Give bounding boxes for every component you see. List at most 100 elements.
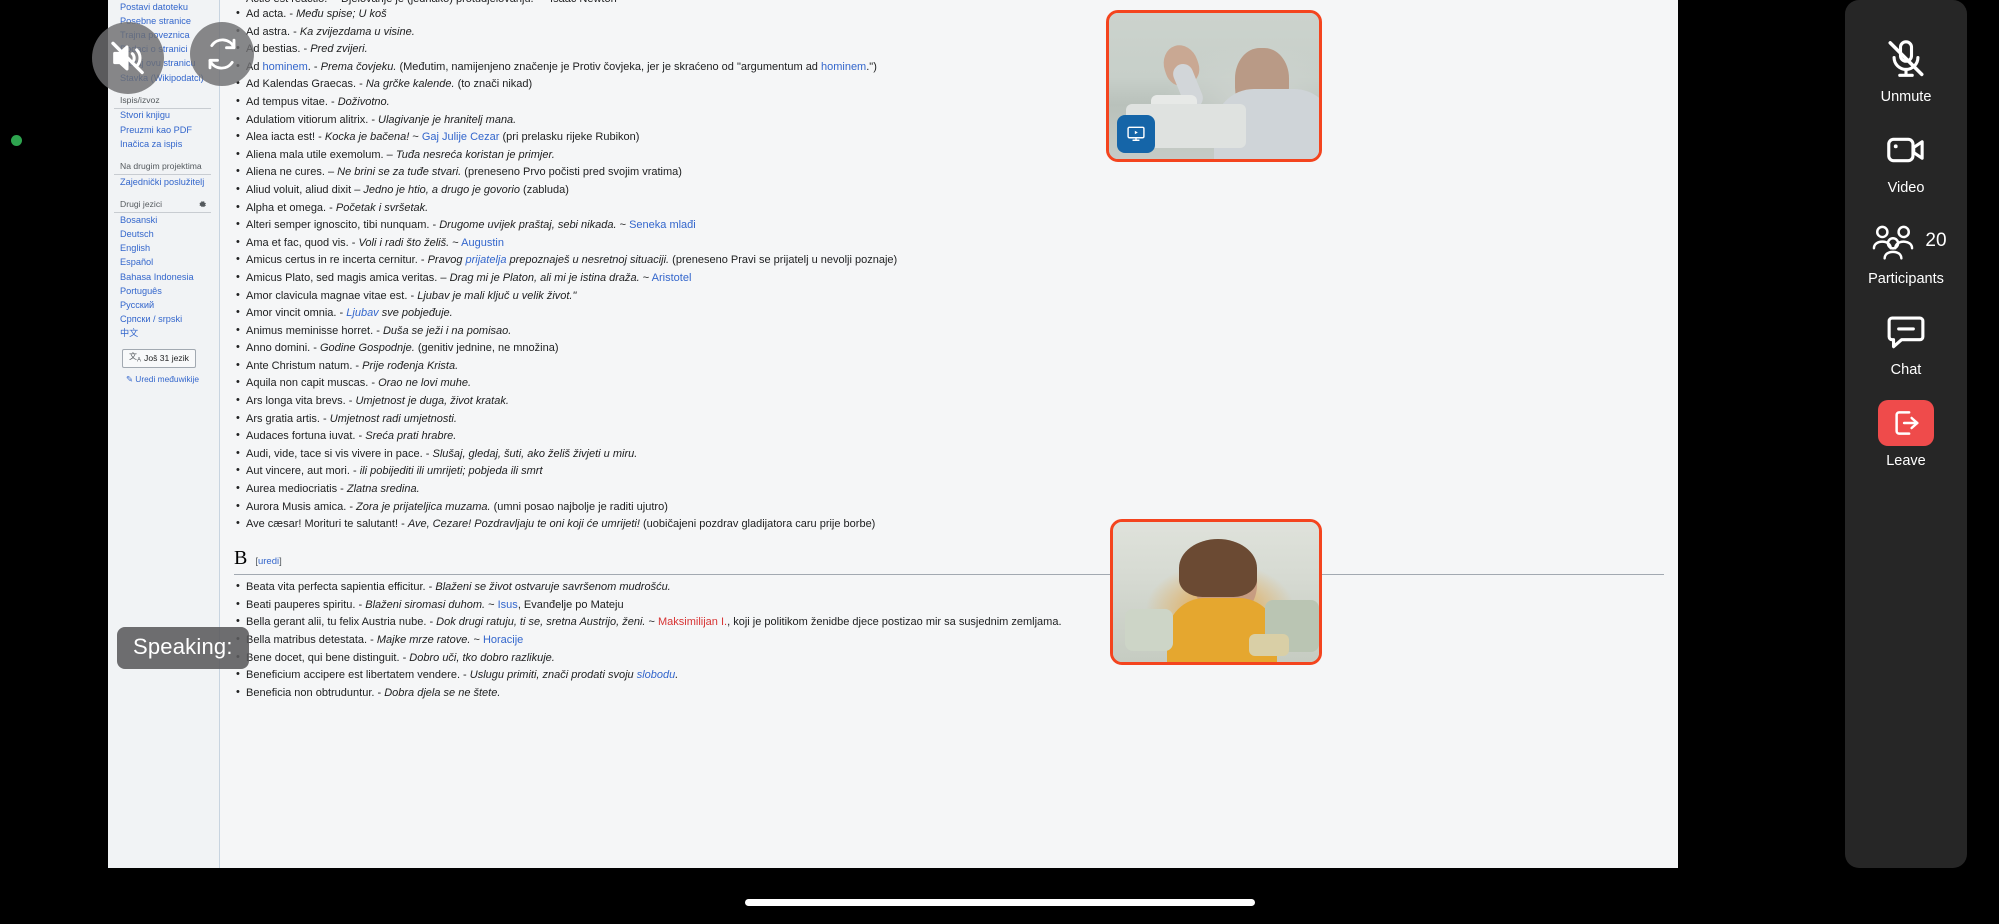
- proverb-latin: Amicus certus in re incerta cernitur.: [246, 254, 418, 267]
- more-languages-button[interactable]: 文A Još 31 jezik: [122, 349, 196, 368]
- list-item: Bene docet, qui bene distinguit. - Dobro…: [234, 652, 1664, 665]
- section-title: B: [234, 547, 248, 570]
- edit-label[interactable]: uredi: [258, 556, 279, 567]
- list-item: Amor clavicula magnae vitae est. - Ljuba…: [234, 290, 1664, 303]
- list-item: Ad acta. - Među spise; U koš: [234, 8, 1664, 21]
- edit-interwiki-link[interactable]: ✎ Uredi međuwikije: [114, 373, 211, 384]
- section-edit-link[interactable]: [uredi]: [255, 556, 281, 567]
- proverb-translation: Prije rođenja Krista.: [362, 359, 459, 372]
- video-button[interactable]: Video: [1845, 127, 1967, 196]
- proverb-latin: Bella matribus detestata.: [246, 634, 368, 646]
- browser-page-viewport: Postavi datoteku Posebne stranice Trajna…: [108, 0, 1678, 868]
- wiki-sidebar: Postavi datoteku Posebne stranice Trajna…: [108, 0, 220, 868]
- proverb-latin: Ad astra.: [246, 25, 291, 38]
- sidebar-language-portugues[interactable]: Português: [114, 284, 211, 298]
- sidebar-link-preuzmi-kao-pdf[interactable]: Preuzmi kao PDF: [114, 123, 211, 137]
- chat-icon: [1878, 309, 1934, 355]
- proverb-translation: Voli i radi što želiš.: [358, 236, 450, 249]
- list-item: Amicus Plato, sed magis amica veritas. –…: [234, 272, 1664, 285]
- proverb-note: ~ Augustin: [449, 236, 504, 249]
- sidebar-language-chinese[interactable]: 中文: [114, 327, 211, 341]
- sidebar-language-bahasa-indonesia[interactable]: Bahasa Indonesia: [114, 270, 211, 284]
- proverb-translation: ili pobijediti ili umrijeti; pobjeda ili…: [359, 465, 543, 478]
- proverb-translation: Zora je prijateljica muzama.: [356, 500, 491, 513]
- proverb-translation: Dok drugi ratuju, ti se, sretna Austrijo…: [436, 616, 646, 629]
- sidebar-language-bosanski[interactable]: Bosanski: [114, 213, 211, 227]
- list-item: Anno domini. - Godine Gospodnje. (geniti…: [234, 342, 1664, 355]
- sidebar-heading-label: Ispis/izvoz: [120, 95, 160, 106]
- refresh-icon[interactable]: [190, 22, 254, 86]
- list-item: Animus meminisse horret. - Duša se ježi …: [234, 325, 1664, 338]
- proverb-latin: Alpha et omega.: [246, 201, 327, 214]
- sidebar-link-zajednicki-posluzitelj[interactable]: Zajednički poslužitelj: [114, 175, 211, 189]
- inline-link[interactable]: Maksimilijan I.: [658, 616, 727, 628]
- inline-link[interactable]: Isus: [498, 599, 518, 611]
- participant-tile-bottom[interactable]: [1110, 519, 1322, 665]
- proverb-latin: Audaces fortuna iuvat.: [246, 430, 356, 443]
- inline-link[interactable]: Ljubav: [346, 307, 378, 319]
- home-indicator: [744, 899, 1255, 906]
- participants-button[interactable]: 20 Participants: [1845, 218, 1967, 287]
- proverb-note: ~ Horacije: [470, 634, 524, 646]
- proverb-latin: Anno domini.: [246, 342, 311, 355]
- microphone-muted-icon: [1878, 36, 1934, 82]
- proverb-latin: Aurora Musis amica.: [246, 500, 347, 513]
- inline-link[interactable]: Augustin: [461, 237, 504, 249]
- sidebar-language-russian[interactable]: Русский: [114, 298, 211, 312]
- page-scrollbar[interactable]: [1672, 0, 1678, 868]
- inline-link[interactable]: hominem: [821, 61, 866, 73]
- inline-link[interactable]: Gaj Julije Cezar: [422, 131, 500, 143]
- list-item: Adulatiom vitiorum alitrix. - Ulagivanje…: [234, 114, 1664, 127]
- sidebar-language-english[interactable]: English: [114, 242, 211, 256]
- participant-tile-top[interactable]: [1106, 10, 1322, 162]
- inline-link[interactable]: prijatelja: [466, 254, 507, 266]
- proverb-translation: Kocka je bačena!: [324, 131, 410, 144]
- proverb-latin: Ad Kalendas Graecas.: [246, 78, 357, 91]
- list-item: Aliud voluit, aliud dixit – Jedno je hti…: [234, 184, 1664, 197]
- list-item: Aurea mediocriatis - Zlatna sredina.: [234, 483, 1664, 496]
- proverb-note: (Međutim, namijenjeno značenje je Protiv…: [396, 60, 877, 73]
- sidebar-link-postavi-datoteku[interactable]: Postavi datoteku: [114, 0, 211, 14]
- pencil-icon: ✎: [125, 373, 133, 384]
- gear-icon[interactable]: [198, 200, 207, 209]
- sidebar-link-inacica-za-ispis[interactable]: Inačica za ispis: [114, 137, 211, 151]
- proverb-latin: Aquila non capit muscas.: [246, 377, 369, 390]
- sidebar-language-srpski[interactable]: Српски / srpski: [114, 313, 211, 327]
- unmute-button[interactable]: Unmute: [1845, 36, 1967, 105]
- list-item: Audi, vide, tace si vis vivere in pace. …: [234, 448, 1664, 461]
- proverb-translation: Zlatna sredina.: [346, 483, 420, 496]
- proverb-latin: Alea iacta est!: [246, 131, 316, 144]
- inline-link[interactable]: hominem: [263, 61, 308, 73]
- more-languages-label: Još 31 jezik: [144, 353, 189, 364]
- proverb-latin: Beneficium accipere est libertatem vende…: [246, 669, 460, 682]
- proverb-note: (to znači nikad): [454, 78, 533, 91]
- proverb-translation: Ljubav sve pobjeđuje.: [346, 307, 453, 320]
- proverb-latin: Ama et fac, quod vis.: [246, 236, 349, 249]
- proverb-latin: Bella gerant alii, tu felix Austria nube…: [246, 616, 427, 629]
- proverb-latin: Beati pauperes spiritu.: [246, 598, 356, 611]
- leave-button[interactable]: Leave: [1845, 400, 1967, 469]
- proverb-latin: Amor vincit omnia.: [246, 307, 337, 320]
- call-control-rail: Unmute Video 20 Participants Chat Leave: [1845, 0, 1967, 868]
- list-item: Ad hominem. - Prema čovjeku. (Međutim, n…: [234, 61, 1664, 74]
- list-item: Bella gerant alii, tu felix Austria nube…: [234, 616, 1664, 629]
- chat-button[interactable]: Chat: [1845, 309, 1967, 378]
- list-item: Beneficium accipere est libertatem vende…: [234, 669, 1664, 682]
- proverb-translation: Pravog prijatelja prepoznaješ u nesretno…: [427, 254, 670, 267]
- proverb-translation: Pred zvijeri.: [310, 43, 368, 56]
- list-item: Amor vincit omnia. - Ljubav sve pobjeđuj…: [234, 307, 1664, 320]
- proverb-note: ~ Gaj Julije Cezar (pri prelasku rijeke …: [409, 131, 640, 144]
- inline-link[interactable]: slobodu: [637, 669, 676, 681]
- inline-link[interactable]: Horacije: [483, 634, 523, 646]
- proverb-latin: Ars gratia artis.: [246, 412, 320, 425]
- inline-link[interactable]: Seneka mlađi: [629, 219, 696, 231]
- sidebar-link-stvori-knjigu[interactable]: Stvori knjigu: [114, 109, 211, 123]
- proverb-translation: Ne brini se za tuđe stvari.: [337, 166, 462, 179]
- speaker-muted-icon[interactable]: [92, 22, 164, 94]
- proverb-latin: Aurea mediocriatis: [246, 483, 338, 496]
- inline-link[interactable]: Aristotel: [652, 272, 692, 284]
- proverb-translation: Tuđa nesreća koristan je primjer.: [395, 148, 555, 161]
- list-item: Ad bestias. - Pred zvijeri.: [234, 43, 1664, 56]
- sidebar-language-deutsch[interactable]: Deutsch: [114, 227, 211, 241]
- sidebar-language-espanol[interactable]: Español: [114, 256, 211, 270]
